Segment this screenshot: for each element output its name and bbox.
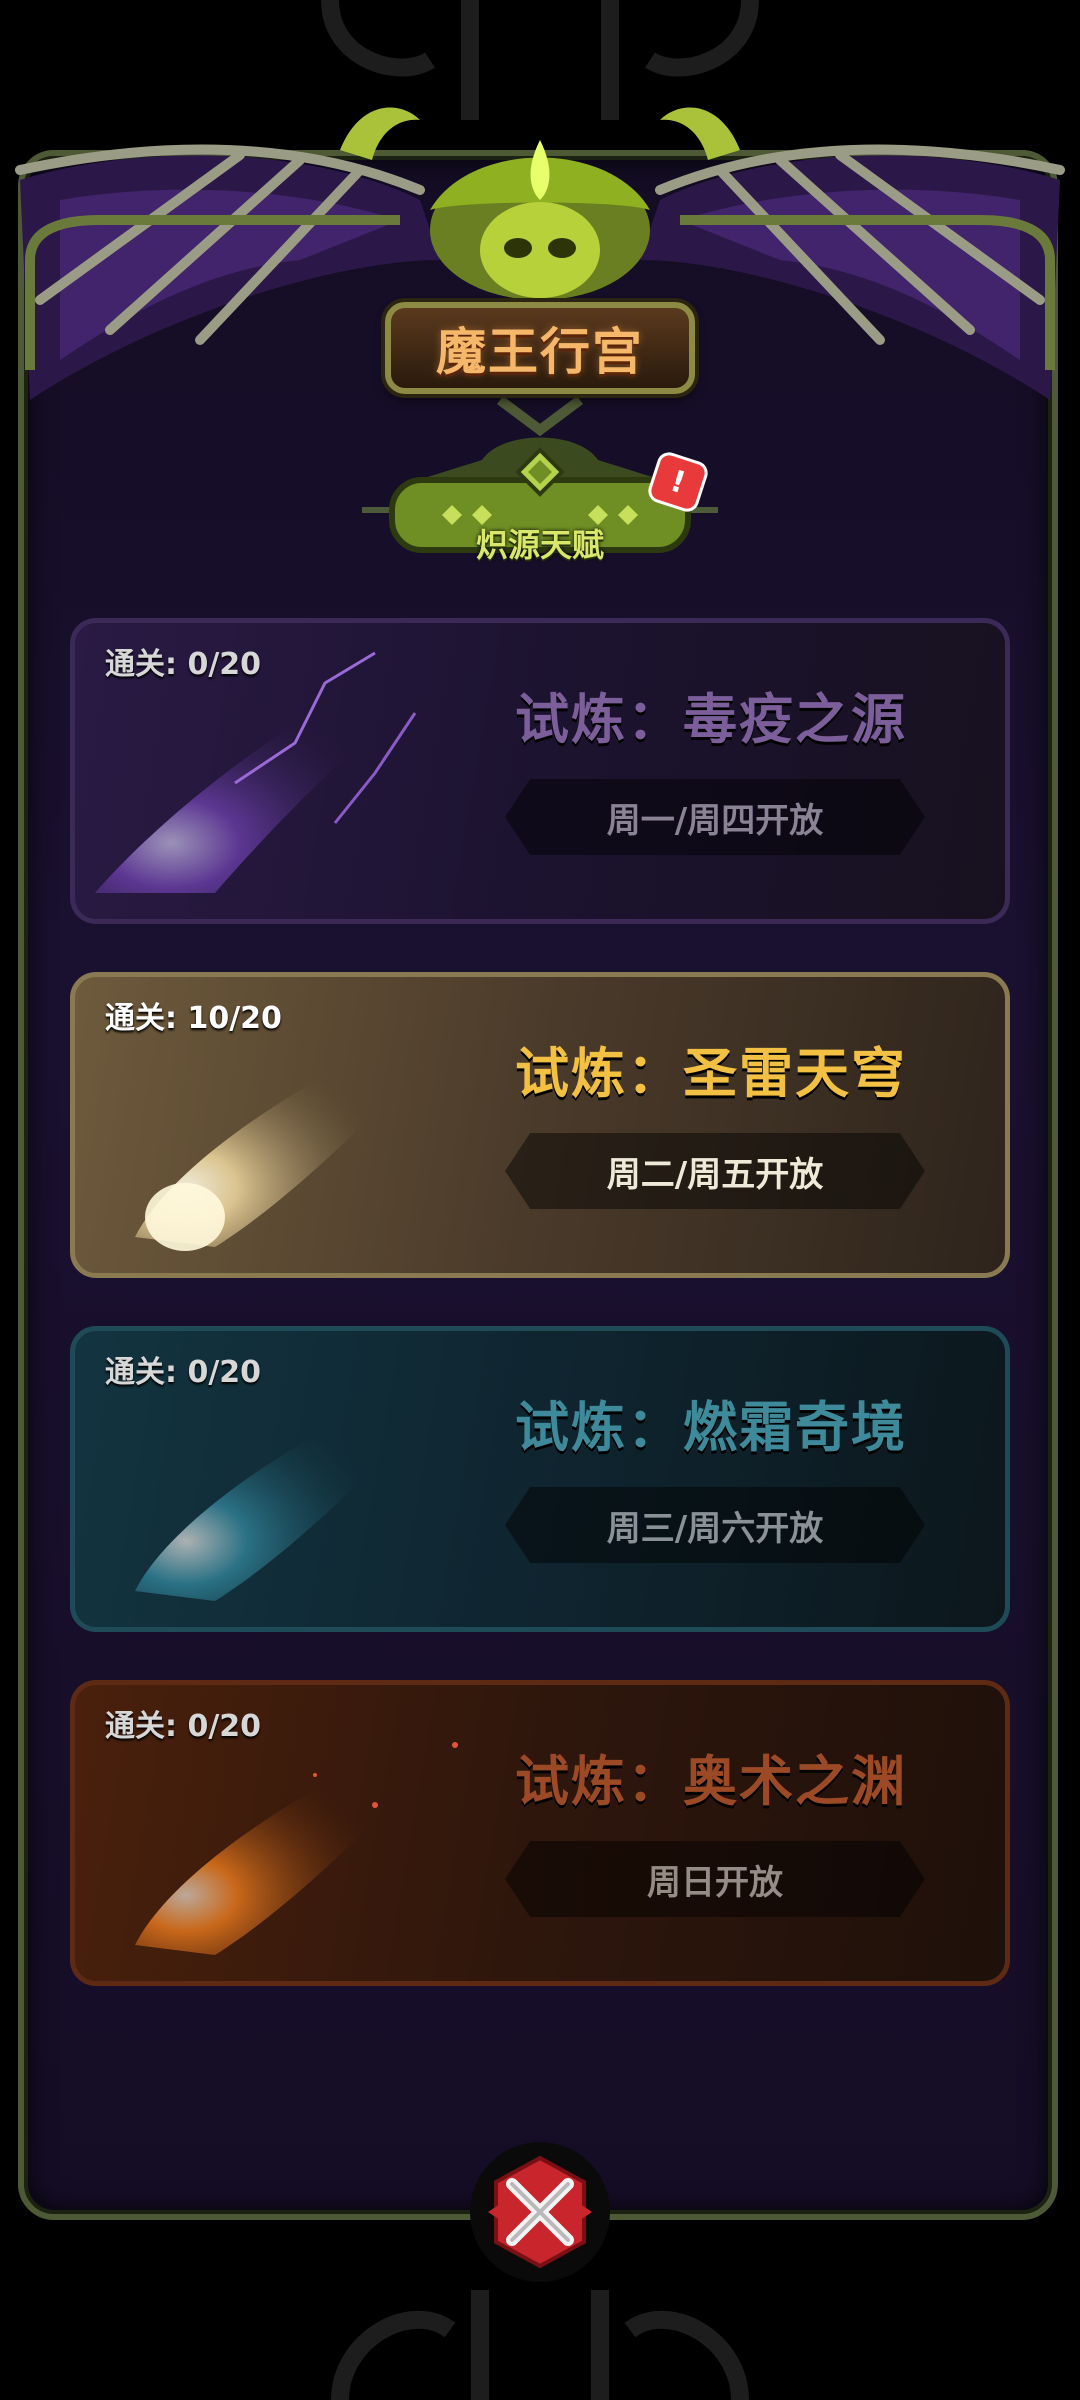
trial-title: 试炼：燃霜奇境 xyxy=(515,1396,907,1459)
trial-title: 试炼：毒疫之源 xyxy=(515,688,907,751)
trial-schedule: 周二/周五开放 xyxy=(505,1133,925,1209)
trial-schedule: 周三/周六开放 xyxy=(505,1487,925,1563)
trial-card-poison[interactable]: 通关: 0/20 试炼：毒疫之源 周一/周四开放 xyxy=(70,618,1010,924)
talent-label: 炽源天赋 xyxy=(475,526,604,564)
trial-title: 试炼：圣雷天穹 xyxy=(515,1042,907,1105)
trial-title: 试炼：奥术之渊 xyxy=(515,1750,907,1813)
trial-card-frost[interactable]: 通关: 0/20 试炼：燃霜奇境 周三/周六开放 xyxy=(70,1326,1010,1632)
trial-progress: 通关: 0/20 xyxy=(105,1355,262,1390)
trial-progress: 通关: 0/20 xyxy=(105,1709,262,1744)
trial-progress: 通关: 10/20 xyxy=(105,1001,282,1036)
trial-schedule: 周一/周四开放 xyxy=(505,779,925,855)
trial-schedule: 周日开放 xyxy=(505,1841,925,1917)
trial-progress: 通关: 0/20 xyxy=(105,647,262,682)
trial-card-arcane[interactable]: 通关: 0/20 试炼：奥术之渊 周日开放 xyxy=(70,1680,1010,1986)
page-title: 魔王行宫 xyxy=(436,323,644,381)
close-icon xyxy=(488,2155,592,2269)
trial-card-thunder[interactable]: 通关: 10/20 试炼：圣雷天穹 周二/周五开放 xyxy=(70,972,1010,1278)
close-button[interactable] xyxy=(470,2142,610,2282)
title-plate: 魔王行宫 xyxy=(385,302,695,394)
